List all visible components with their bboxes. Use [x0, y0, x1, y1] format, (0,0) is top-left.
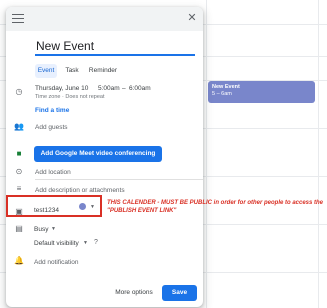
- add-location[interactable]: Add location: [35, 168, 71, 177]
- calendar-highlight-box: [6, 195, 102, 217]
- calendar-event-chip[interactable]: New Event 5 – 6am: [208, 81, 315, 103]
- grid-column-line: [206, 0, 207, 308]
- video-camera-icon: ■: [16, 149, 22, 158]
- add-guests[interactable]: Add guests: [35, 123, 68, 132]
- divider: [35, 179, 203, 180]
- dialog-header: ✕: [6, 7, 203, 31]
- help-icon[interactable]: ?: [91, 238, 101, 248]
- event-chip-title: New Event: [212, 84, 240, 90]
- tab-reminder[interactable]: Reminder: [86, 64, 120, 78]
- start-time[interactable]: 5:00am: [98, 84, 120, 93]
- tab-task[interactable]: Task: [61, 64, 83, 78]
- event-chip-time: 5 – 6am: [212, 91, 232, 97]
- event-title-input[interactable]: [35, 38, 195, 56]
- briefcase-icon: ▤: [15, 224, 23, 233]
- chevron-down-icon[interactable]: ▼: [83, 240, 88, 247]
- find-time-link[interactable]: Find a time: [35, 106, 69, 115]
- add-notification[interactable]: Add notification: [34, 258, 78, 267]
- annotation-note: THIS CALENDER - MUST BE PUBLIC in order …: [107, 200, 324, 214]
- busy-status[interactable]: Busy: [34, 225, 48, 234]
- end-time[interactable]: 6:00am: [129, 84, 151, 93]
- save-button[interactable]: Save: [162, 285, 197, 301]
- more-options-button[interactable]: More options: [109, 286, 159, 300]
- timezone-note[interactable]: Time zone · Does not repeat: [35, 93, 105, 102]
- drag-handle-icon[interactable]: [12, 14, 24, 23]
- close-icon[interactable]: ✕: [186, 12, 198, 24]
- time-separator: –: [122, 85, 126, 92]
- grid-column-line: [318, 0, 319, 308]
- chevron-down-icon[interactable]: ▼: [51, 226, 56, 233]
- description-icon: ≡: [16, 184, 22, 193]
- people-icon: 👥: [14, 122, 24, 131]
- event-date[interactable]: Thursday, June 10: [35, 84, 88, 93]
- bell-icon: 🔔: [14, 256, 24, 265]
- clock-icon: ◷: [15, 87, 23, 96]
- event-dialog: ✕ Event Task Reminder ◷ Thursday, June 1…: [6, 7, 203, 307]
- location-pin-icon: ⊙: [15, 167, 23, 176]
- add-meet-button[interactable]: Add Google Meet video conferencing: [34, 146, 162, 162]
- add-description[interactable]: Add description or attachments: [35, 186, 125, 195]
- visibility-selector[interactable]: Default visibility: [34, 239, 79, 248]
- tab-event[interactable]: Event: [35, 64, 57, 78]
